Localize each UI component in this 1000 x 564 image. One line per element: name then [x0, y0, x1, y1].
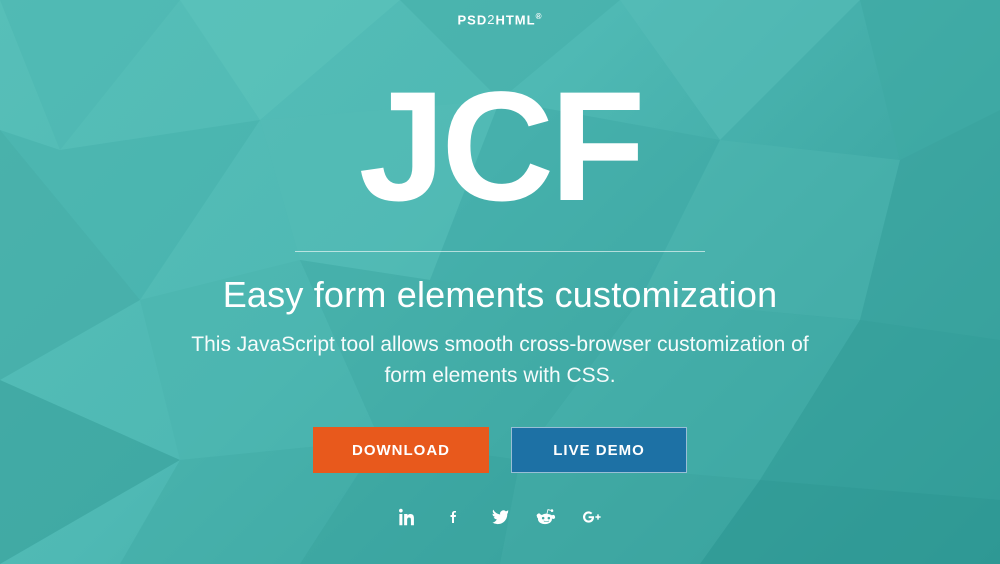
- facebook-icon[interactable]: [444, 507, 464, 527]
- reddit-icon[interactable]: [536, 507, 556, 527]
- twitter-icon[interactable]: [490, 507, 510, 527]
- button-row: DOWNLOAD LIVE DEMO: [313, 427, 687, 473]
- brand-seg-3: HTML: [495, 12, 535, 27]
- google-plus-icon[interactable]: [582, 507, 602, 527]
- live-demo-button[interactable]: LIVE DEMO: [511, 427, 687, 473]
- brand-seg-1: PSD: [458, 12, 488, 27]
- brand-registered: ®: [536, 12, 543, 21]
- social-row: [398, 507, 602, 527]
- product-title: JCF: [359, 69, 642, 225]
- hero-section: PSD2HTML® JCF Easy form elements customi…: [0, 0, 1000, 564]
- brand-seg-2: 2: [487, 12, 495, 27]
- linkedin-icon[interactable]: [398, 507, 418, 527]
- subheadline: This JavaScript tool allows smooth cross…: [190, 330, 810, 391]
- brand-logo[interactable]: PSD2HTML®: [458, 12, 543, 27]
- divider: [295, 251, 705, 252]
- headline: Easy form elements customization: [223, 274, 778, 316]
- download-button[interactable]: DOWNLOAD: [313, 427, 489, 473]
